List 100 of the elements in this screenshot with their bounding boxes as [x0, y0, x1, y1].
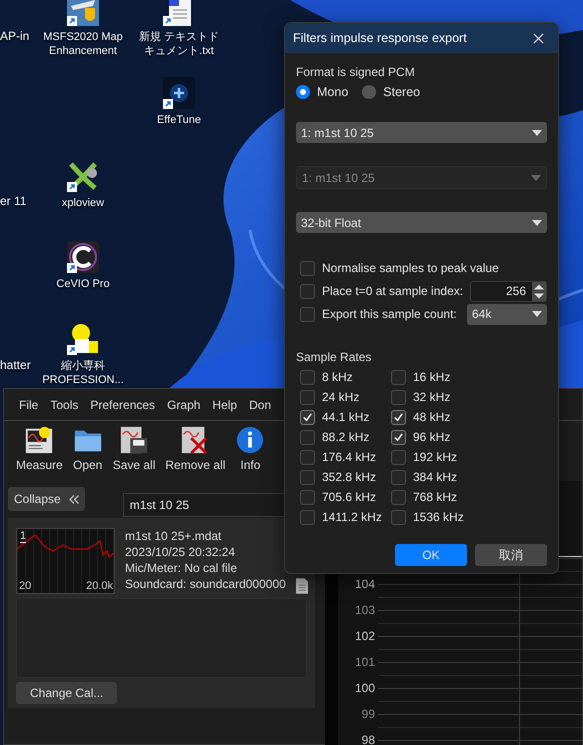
checkbox-label: 48 kHz	[413, 410, 450, 424]
radio-button[interactable]	[296, 85, 310, 99]
checkbox[interactable]	[300, 306, 315, 322]
measurement-name-field[interactable]: m1st 10 25	[122, 493, 287, 517]
desktop-icon-label[interactable]: CeVIO Pro	[56, 277, 110, 291]
measurement-number: 1	[20, 530, 26, 543]
measurement-info: 2023/10/25 20:32:24	[125, 544, 236, 560]
checkbox-label: Export this sample count:	[322, 307, 457, 321]
measurement-info: Mic/Meter: No cal file	[125, 560, 238, 576]
dialog-title: Filters impulse response export	[293, 31, 467, 45]
plus-icon[interactable]	[163, 77, 195, 109]
menu-item[interactable]: Graph	[167, 398, 200, 412]
axis-label: 102	[354, 628, 375, 645]
double-chevron-icon	[68, 494, 79, 504]
checkbox-label: 44.1 kHz	[322, 410, 370, 424]
cancel-button[interactable]: 取消	[475, 544, 547, 566]
desktop-icon-label[interactable]: xploview	[62, 196, 104, 210]
checkbox-label: 705.6 kHz	[322, 490, 376, 504]
menu-item[interactable]: Don	[249, 398, 272, 412]
caret-icon	[532, 311, 542, 317]
axis-label: 104	[354, 576, 375, 593]
axis-label: 103	[354, 602, 375, 619]
desktop-icon-label[interactable]: er 11	[0, 194, 26, 208]
menu-item[interactable]: Help	[212, 398, 238, 412]
measurement-info: Soundcard: soundcard000000	[125, 576, 286, 592]
checkbox-label: 768 kHz	[413, 490, 458, 504]
change-cal-button[interactable]: Change Cal...	[16, 682, 118, 704]
cartoon-icon[interactable]	[67, 323, 99, 355]
checkbox-label: 32 kHz	[413, 390, 450, 404]
close-icon[interactable]	[533, 32, 544, 44]
desktop-icon-label[interactable]: AP-in	[0, 29, 30, 43]
checkbox[interactable]	[300, 390, 315, 404]
menu-item[interactable]: Preferences	[90, 398, 156, 412]
spinner-arrows-icon[interactable]	[532, 282, 546, 300]
info-icon	[235, 425, 266, 455]
checkbox[interactable]	[391, 510, 406, 524]
checkbox[interactable]	[391, 450, 406, 464]
desktop-icon-label[interactable]: MSFS2020 Map Enhancement	[42, 30, 124, 58]
checkbox-label: 96 kHz	[413, 430, 450, 444]
axis-label: 100	[354, 680, 375, 697]
axis-label: 20	[19, 580, 32, 592]
checkbox-label: 1411.2 kHz	[322, 510, 382, 524]
checkbox[interactable]	[391, 490, 406, 504]
caret-icon	[532, 220, 542, 226]
desktop-icon-label[interactable]: 縮小専科 PROFESSION...	[42, 359, 124, 387]
radio-option[interactable]: Mono	[296, 85, 348, 99]
c-logo-icon[interactable]	[67, 241, 99, 273]
checkbox-label: 352.8 kHz	[322, 470, 376, 484]
dropdown[interactable]: 1: m1st 10 25	[296, 122, 547, 143]
axis-label: 101	[354, 654, 375, 671]
checkbox[interactable]	[300, 284, 315, 298]
section-label: Format is signed PCM	[296, 65, 416, 79]
x-logo-icon[interactable]	[67, 160, 99, 192]
checkbox[interactable]	[300, 490, 315, 504]
checkbox-label: Place t=0 at sample index:	[322, 284, 464, 298]
checkbox[interactable]	[391, 410, 406, 424]
menu-item[interactable]: File	[19, 398, 38, 412]
checkbox-label: 384 kHz	[413, 470, 458, 484]
toolbar-button[interactable]: Save all	[110, 425, 158, 481]
collapse-button[interactable]: Collapse	[8, 487, 85, 511]
toolbar-button[interactable]: Open	[70, 425, 105, 481]
axis-label: 98	[362, 732, 375, 745]
number-field[interactable]: 256	[470, 280, 547, 302]
checkbox-label: 24 kHz	[322, 390, 360, 404]
toolbar-button[interactable]: Measure	[14, 425, 65, 481]
checkbox[interactable]	[391, 470, 406, 484]
checkbox-label: 1536 kHz	[413, 510, 464, 524]
menu-item[interactable]: Tools	[50, 398, 78, 412]
response-thumbnail[interactable]: 1 20 20.0k	[16, 528, 115, 594]
toolbar-button[interactable]: Info	[233, 425, 268, 481]
checkbox-label: 176.4 kHz	[322, 450, 376, 464]
toolbar-button[interactable]: Remove all	[163, 425, 228, 481]
dropdown[interactable]: 32-bit Float	[296, 212, 547, 233]
checkbox-label: 16 kHz	[413, 370, 450, 384]
axis-label: 20.0k	[86, 580, 113, 592]
checkbox[interactable]	[300, 370, 315, 384]
desktop-icon-label[interactable]: 新規 テキストドキュメント.txt	[138, 30, 220, 58]
radio-button[interactable]	[362, 85, 376, 99]
dropdown[interactable]: 64k	[467, 304, 547, 324]
checkbox[interactable]	[300, 430, 315, 444]
checkbox-label: 88.2 kHz	[322, 430, 370, 444]
caret-icon	[532, 130, 542, 136]
document-icon[interactable]	[296, 578, 308, 594]
measure-icon	[24, 425, 54, 455]
airplane-icon[interactable]	[67, 0, 99, 26]
checkbox[interactable]	[391, 430, 406, 444]
desktop-icon-label[interactable]: EffeTune	[156, 113, 202, 127]
checkbox[interactable]	[300, 450, 315, 464]
checkbox-label: 192 kHz	[413, 450, 458, 464]
checkbox-label: Normalise samples to peak value	[322, 261, 499, 275]
checkbox[interactable]	[391, 390, 406, 404]
radio-option[interactable]: Stereo	[362, 85, 420, 99]
checkbox[interactable]	[300, 470, 315, 484]
checkbox-label: 8 kHz	[322, 370, 353, 384]
checkbox[interactable]	[391, 370, 406, 384]
caret-icon	[531, 174, 541, 180]
desktop-icon-label[interactable]: hatter	[0, 358, 31, 372]
checkbox[interactable]	[300, 410, 315, 424]
checkbox[interactable]	[300, 260, 315, 276]
checkbox[interactable]	[300, 510, 315, 524]
